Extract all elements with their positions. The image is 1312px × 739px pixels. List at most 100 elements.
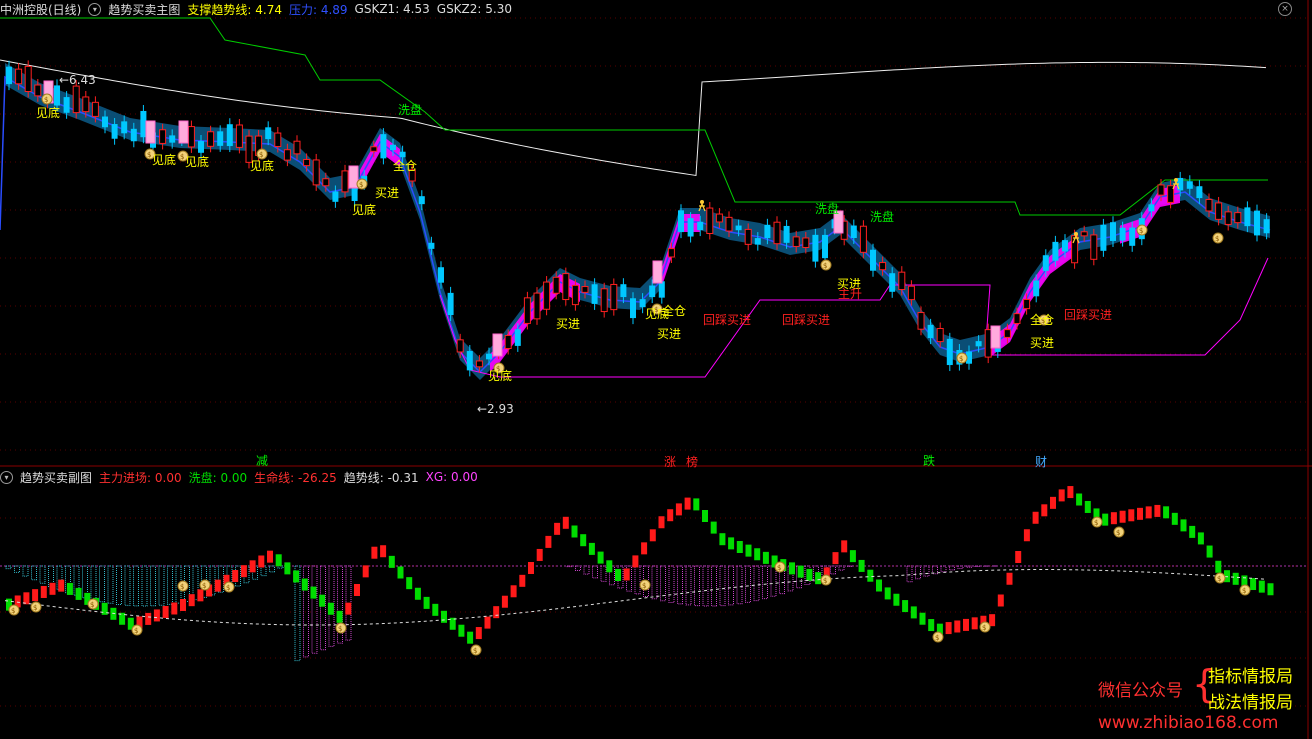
candle-body: [591, 284, 598, 304]
candle-body: [1013, 313, 1021, 324]
histogram-bar: [90, 565, 97, 601]
histogram-bar: [124, 565, 131, 606]
signal-bar: [1041, 504, 1048, 517]
candle-body: [706, 207, 714, 235]
money-bag-icon: $: [1113, 526, 1125, 538]
tag-die[interactable]: 跌: [923, 452, 935, 469]
histogram-bar: [107, 565, 114, 604]
money-bag-icon: $: [979, 621, 991, 633]
signal-bar: [441, 610, 447, 623]
svg-text:$: $: [1139, 227, 1143, 235]
candle-body: [207, 131, 215, 147]
money-bag-icon: $: [356, 178, 368, 190]
histogram-bar: [167, 565, 173, 605]
signal-bar: [475, 627, 482, 640]
candle-body: [1129, 227, 1136, 246]
histogram-bar: [22, 565, 29, 577]
histogram-bar: [133, 565, 139, 607]
candle-body: [111, 124, 118, 139]
signal-bar: [641, 542, 648, 555]
candle-body: [562, 273, 570, 301]
signal-bar: [519, 574, 526, 587]
histogram-bar: [949, 565, 955, 571]
signal-bar: [554, 522, 561, 535]
signal-bar: [23, 592, 30, 605]
svg-text:$: $: [147, 151, 151, 159]
kline-chart[interactable]: $$ $ $$$$$$$$$$ $ $$$ $ $$$$$$$$$$$$: [0, 0, 1312, 739]
candle-body: [456, 339, 464, 353]
candle-body: [121, 121, 128, 134]
signal-bar: [528, 562, 534, 574]
support-trend-line: [0, 17, 1268, 216]
signal-bar: [571, 525, 578, 538]
candle-body: [917, 312, 925, 330]
signal-jiandi: 见底: [488, 369, 513, 383]
candle-body: [303, 158, 311, 167]
candle-body: [927, 324, 934, 339]
signal-huicai: 回踩买进: [703, 313, 752, 327]
histogram-bar: [141, 565, 148, 607]
candle-body: [812, 234, 819, 262]
signal-maijin: 买进: [657, 327, 682, 341]
signal-bar: [293, 570, 300, 583]
signal-bar: [667, 509, 674, 522]
candle-body: [697, 221, 704, 231]
signal-bar: [188, 594, 195, 607]
signal-bar: [380, 545, 387, 558]
candle-body: [72, 85, 80, 114]
signal-bar: [1232, 572, 1239, 585]
signal-jiandi: 见底: [152, 153, 177, 167]
signal-bar: [493, 606, 500, 619]
signal-bar: [406, 577, 413, 590]
svg-text:$: $: [1215, 235, 1219, 243]
signal-bar: [710, 521, 717, 534]
signal-bar: [197, 589, 204, 602]
money-bag-icon: $: [639, 579, 651, 591]
signal-quancang: 全仓: [662, 304, 687, 318]
candle-body: [687, 218, 694, 237]
svg-text:$: $: [226, 584, 230, 592]
signal-bar: [1189, 525, 1196, 538]
candle-body: [235, 124, 243, 148]
highlight-candle: [652, 260, 663, 284]
signal-bar: [919, 612, 926, 625]
histogram-bar: [320, 565, 326, 651]
candle-body: [667, 248, 675, 258]
histogram-bar: [915, 565, 921, 580]
signal-bar: [501, 595, 508, 608]
svg-text:$: $: [359, 181, 363, 189]
money-bag-icon: $: [956, 352, 968, 364]
signal-quancang: 全仓: [1030, 313, 1055, 327]
tag-jian[interactable]: 减: [256, 452, 268, 469]
signal-bar: [971, 617, 978, 630]
signal-bar: [432, 603, 439, 616]
signal-bar: [806, 568, 813, 581]
signal-bar: [1076, 493, 1083, 506]
tag-bang[interactable]: 榜: [686, 453, 698, 470]
candle-body: [1062, 240, 1068, 252]
signal-bar: [928, 619, 935, 632]
trend-ribbon: [5, 63, 1270, 380]
svg-text:$: $: [777, 564, 781, 572]
signal-bar: [910, 606, 917, 619]
signal-bar: [945, 622, 952, 635]
svg-text:$: $: [642, 582, 646, 590]
tag-zhang[interactable]: 涨: [664, 453, 676, 470]
signal-bar: [275, 554, 282, 567]
svg-text:$: $: [1242, 587, 1246, 595]
tag-cai[interactable]: 财: [1035, 453, 1047, 470]
histogram-bar: [711, 565, 717, 607]
low-price-marker: ←2.93: [477, 402, 514, 416]
signal-bar: [510, 585, 517, 598]
candle-body: [1090, 234, 1098, 260]
signal-bar: [1006, 572, 1013, 585]
candle-body: [466, 351, 473, 371]
signal-bar: [606, 560, 613, 573]
signal-bar: [832, 552, 839, 565]
histogram-bar: [5, 565, 12, 570]
candle-body: [1205, 198, 1213, 212]
candle-body: [764, 224, 771, 239]
signal-xipan: 洗盘: [870, 210, 895, 224]
candle-body: [552, 276, 560, 294]
signal-bar: [536, 548, 543, 561]
